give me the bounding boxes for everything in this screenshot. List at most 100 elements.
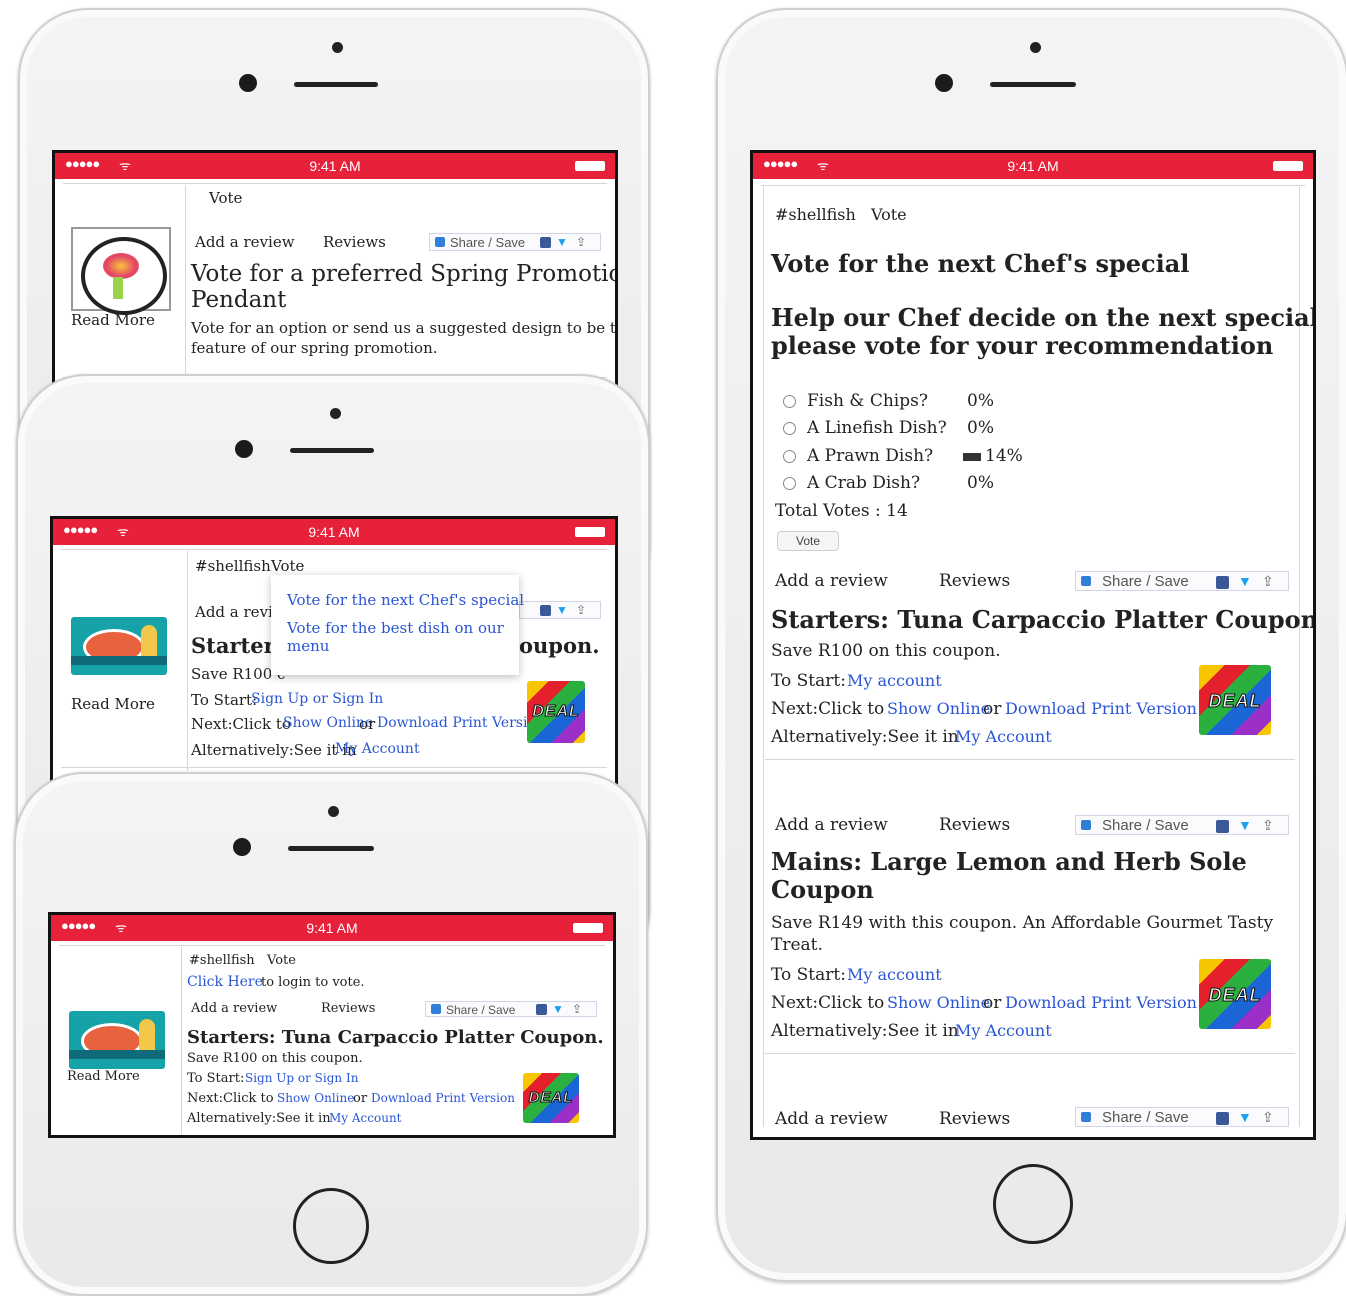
next-click-label: Next:Click to <box>187 1091 274 1106</box>
share-save-label: Share / Save <box>1102 817 1189 834</box>
hashtag-tab[interactable]: #shellfish <box>775 205 856 224</box>
share-save-label: Share / Save <box>446 1003 516 1017</box>
add-review-link[interactable]: Add a review <box>195 233 295 251</box>
add-review-link[interactable]: Add a review <box>775 1109 888 1129</box>
deal-badge[interactable]: DEAL <box>527 681 585 743</box>
or-label: or <box>983 699 1002 719</box>
download-print-link[interactable]: Download Print Version <box>371 1091 515 1105</box>
coupon-title-tail: oupon. <box>519 633 600 658</box>
tuna-carpaccio-thumbnail[interactable] <box>69 1011 165 1069</box>
spring-promo-thumbnail[interactable] <box>71 227 171 315</box>
deal-badge[interactable]: DEAL <box>1199 665 1271 735</box>
tab-vote[interactable]: Vote <box>209 189 242 207</box>
poll-radio[interactable] <box>783 477 796 490</box>
tab-vote[interactable]: Vote <box>271 557 304 575</box>
poll-heading: Vote for the next Chef's special <box>771 249 1190 278</box>
download-print-link[interactable]: Download Print Version <box>1005 699 1197 718</box>
twitter-icon[interactable]: ▼ <box>556 235 568 249</box>
share-save-button[interactable]: Share / Save ▼ ⇪ <box>429 233 601 251</box>
click-here-link[interactable]: Click Here <box>187 974 263 990</box>
alternatively-label: Alternatively:See it in <box>771 1021 959 1041</box>
add-review-link[interactable]: Add a revie <box>195 603 282 621</box>
twitter-icon[interactable]: ▼ <box>556 603 568 617</box>
facebook-icon[interactable] <box>540 237 551 248</box>
add-review-link[interactable]: Add a review <box>775 571 888 591</box>
poll-subheading-cont: please vote for your recommendation <box>771 331 1274 360</box>
share-arrow-icon[interactable]: ⇪ <box>572 1002 582 1016</box>
menu-item-best-dish-cont[interactable]: menu <box>287 637 329 655</box>
share-save-button[interactable]: Share / Save ▼ ⇪ <box>1075 1107 1289 1127</box>
share-arrow-icon[interactable]: ⇪ <box>576 235 586 249</box>
home-button[interactable] <box>993 1164 1073 1244</box>
status-bar: ●●●●● ᯤ 9:41 AM <box>51 915 613 941</box>
reviews-link[interactable]: Reviews <box>323 233 386 251</box>
share-save-button[interactable]: Share / Save ▼ ⇪ <box>1075 815 1289 835</box>
menu-item-next-special[interactable]: Vote for the next Chef's special <box>287 591 524 609</box>
to-start-label: To Start: <box>187 1071 245 1086</box>
poll-option-label: A Linefish Dish? <box>807 418 947 438</box>
show-online-link[interactable]: Show Online <box>887 993 990 1012</box>
coupon-save-text: Save R100 on this coupon. <box>771 641 1001 661</box>
reviews-link[interactable]: Reviews <box>321 1001 375 1016</box>
reviews-link[interactable]: Reviews <box>939 571 1010 591</box>
twitter-icon[interactable]: ▼ <box>1238 1109 1252 1125</box>
read-more-link[interactable]: Read More <box>71 311 155 329</box>
my-account-link[interactable]: My account <box>847 671 942 690</box>
battery-icon <box>575 527 605 537</box>
twitter-icon[interactable]: ▼ <box>552 1002 564 1016</box>
add-review-link[interactable]: Add a review <box>191 1001 277 1016</box>
show-online-link[interactable]: Show Online <box>887 699 990 718</box>
coupon-save-text-cont: Treat. <box>771 935 823 955</box>
reviews-link[interactable]: Reviews <box>939 1109 1010 1129</box>
share-arrow-icon[interactable]: ⇪ <box>1262 817 1274 834</box>
menu-item-best-dish[interactable]: Vote for the best dish on our <box>287 619 504 637</box>
front-camera <box>935 74 953 92</box>
my-account-link[interactable]: My Account <box>329 1111 402 1125</box>
deal-badge[interactable]: DEAL <box>523 1073 579 1123</box>
add-review-link[interactable]: Add a review <box>775 815 888 835</box>
twitter-icon[interactable]: ▼ <box>1238 573 1252 589</box>
my-account-link-2[interactable]: My Account <box>955 1021 1052 1040</box>
poll-radio[interactable] <box>783 422 796 435</box>
my-account-link-2[interactable]: My Account <box>955 727 1052 746</box>
tab-vote[interactable]: Vote <box>267 953 296 968</box>
hashtag-tab[interactable]: #shellfish <box>195 557 271 575</box>
share-save-label: Share / Save <box>450 235 526 250</box>
share-arrow-icon[interactable]: ⇪ <box>576 603 586 617</box>
poll-radio[interactable] <box>783 450 796 463</box>
facebook-icon[interactable] <box>1216 1112 1229 1125</box>
facebook-icon[interactable] <box>1216 820 1229 833</box>
sign-up-link[interactable]: Sign Up or Sign In <box>251 691 383 707</box>
tuna-carpaccio-thumbnail[interactable] <box>71 617 167 675</box>
reviews-link[interactable]: Reviews <box>939 815 1010 835</box>
facebook-icon[interactable] <box>536 1004 547 1015</box>
download-print-link[interactable]: Download Print Version <box>1005 993 1197 1012</box>
poll-option-label: Fish & Chips? <box>807 391 928 411</box>
share-save-button[interactable]: Share / Save ▼ ⇪ <box>425 1001 597 1017</box>
status-bar: ●●●●● ᯤ 9:41 AM <box>55 153 615 179</box>
share-arrow-icon[interactable]: ⇪ <box>1262 1109 1274 1126</box>
home-button[interactable] <box>293 1188 369 1264</box>
share-arrow-icon[interactable]: ⇪ <box>1262 573 1274 590</box>
read-more-link[interactable]: Read More <box>67 1069 140 1084</box>
poll-radio[interactable] <box>783 395 796 408</box>
hashtag-tab[interactable]: #shellfish <box>189 953 255 968</box>
tab-vote[interactable]: Vote <box>871 205 907 224</box>
speaker-grille <box>990 82 1076 87</box>
my-account-link[interactable]: My Account <box>335 741 420 757</box>
read-more-link[interactable]: Read More <box>71 695 155 713</box>
facebook-icon[interactable] <box>540 605 551 616</box>
sign-up-link[interactable]: Sign Up or Sign In <box>245 1071 358 1085</box>
share-save-button[interactable]: Share / Save ▼ ⇪ <box>1075 571 1289 591</box>
twitter-icon[interactable]: ▼ <box>1238 817 1252 833</box>
share-save-label: Share / Save <box>1102 1109 1189 1126</box>
share-save-button[interactable]: ▼ ⇪ <box>519 601 601 619</box>
status-time: 9:41 AM <box>1007 158 1059 174</box>
my-account-link[interactable]: My account <box>847 965 942 984</box>
front-sensor <box>330 408 341 419</box>
download-print-link[interactable]: Download Print Version <box>377 715 545 731</box>
vote-button[interactable]: Vote <box>777 531 839 551</box>
facebook-icon[interactable] <box>1216 576 1229 589</box>
deal-badge[interactable]: DEAL <box>1199 959 1271 1029</box>
show-online-link[interactable]: Show Online <box>277 1091 354 1105</box>
